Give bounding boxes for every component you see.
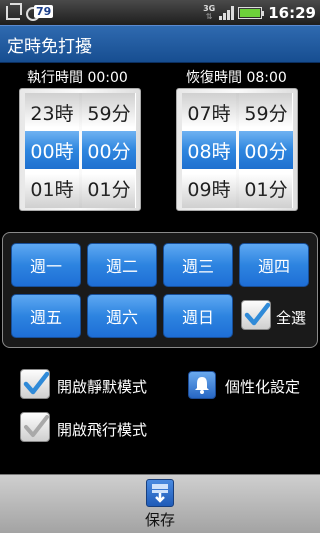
end-time-picker[interactable]: 07時 08時 09時 59分 00分 01分 <box>176 88 298 211</box>
start-minute-selected[interactable]: 00分 <box>82 131 136 169</box>
end-hour-wheel[interactable]: 07時 08時 09時 <box>182 93 236 208</box>
silent-mode-checkbox[interactable] <box>20 369 50 399</box>
end-time-label: 恢復時間 08:00 <box>186 70 287 86</box>
end-hour-next[interactable]: 09時 <box>182 169 236 207</box>
day-button-wed[interactable]: 週三 <box>163 243 233 287</box>
start-minute-wheel[interactable]: 59分 00分 01分 <box>82 93 136 208</box>
select-all-checkbox[interactable] <box>241 300 271 330</box>
notification-count: 79 <box>34 4 54 18</box>
start-hour-wheel[interactable]: 23時 00時 01時 <box>25 93 79 208</box>
end-hour-selected[interactable]: 08時 <box>182 131 236 169</box>
select-all-label: 全選 <box>276 309 307 327</box>
start-hour-next[interactable]: 01時 <box>25 169 79 207</box>
start-minute-next[interactable]: 01分 <box>82 169 136 207</box>
battery-icon <box>238 6 265 19</box>
day-button-tue[interactable]: 週二 <box>87 243 157 287</box>
signal-icon <box>219 5 235 20</box>
end-minute-next[interactable]: 01分 <box>239 169 293 207</box>
start-hour-prev[interactable]: 23時 <box>25 93 79 131</box>
save-icon <box>146 479 174 507</box>
start-minute-prev[interactable]: 59分 <box>82 93 136 131</box>
network-3g-icon: 3G ⇅ <box>203 3 216 21</box>
end-minute-prev[interactable]: 59分 <box>239 93 293 131</box>
status-time: 16:29 <box>268 3 316 22</box>
bell-icon[interactable] <box>188 371 216 399</box>
end-minute-selected[interactable]: 00分 <box>239 131 293 169</box>
day-button-mon[interactable]: 週一 <box>11 243 81 287</box>
notification-badge-icon: 79 <box>26 4 54 22</box>
silent-mode-label: 開啟靜默模式 <box>57 378 148 396</box>
save-label: 保存 <box>144 511 175 529</box>
checkmark-icon <box>244 302 270 326</box>
start-time-picker[interactable]: 23時 00時 01時 59分 00分 01分 <box>19 88 141 211</box>
checkmark-icon <box>24 415 49 437</box>
airplane-mode-label: 開啟飛行模式 <box>57 421 148 439</box>
status-bar: 79 3G ⇅ 16:29 <box>0 0 320 25</box>
day-button-sat[interactable]: 週六 <box>87 294 157 338</box>
day-button-sun[interactable]: 週日 <box>163 294 233 338</box>
weekday-panel: 週一 週二 週三 週四 週五 週六 週日 全選 <box>2 232 318 348</box>
screenshot-icon <box>6 2 22 20</box>
save-button[interactable]: 保存 <box>0 474 320 533</box>
airplane-mode-checkbox[interactable] <box>20 412 50 442</box>
title-bar: 定時免打擾 <box>0 25 320 63</box>
day-button-thu[interactable]: 週四 <box>239 243 309 287</box>
page-title: 定時免打擾 <box>7 36 92 57</box>
checkmark-icon <box>23 371 49 395</box>
end-minute-wheel[interactable]: 59分 00分 01分 <box>239 93 293 208</box>
personalize-label[interactable]: 個性化設定 <box>225 376 300 397</box>
end-hour-prev[interactable]: 07時 <box>182 93 236 131</box>
start-hour-selected[interactable]: 00時 <box>25 131 79 169</box>
start-time-label: 執行時間 00:00 <box>27 70 128 86</box>
day-button-fri[interactable]: 週五 <box>11 294 81 338</box>
